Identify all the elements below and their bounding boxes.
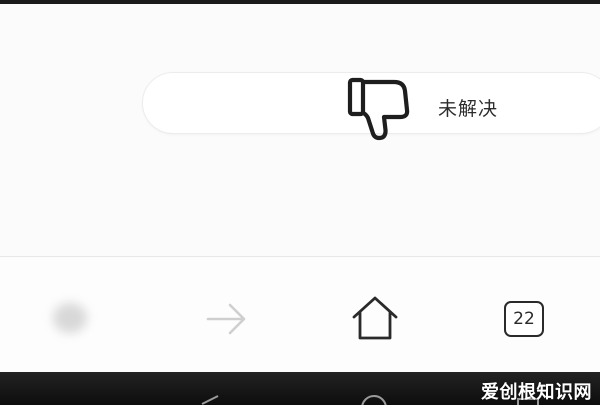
tabs-icon: 22 bbox=[504, 301, 544, 337]
home-icon bbox=[352, 296, 398, 340]
browser-screen: 未解决 22 爱创根知识网 bbox=[0, 0, 600, 405]
top-frame-edge bbox=[0, 0, 600, 4]
forward-button[interactable] bbox=[196, 292, 256, 346]
back-button[interactable] bbox=[40, 290, 100, 346]
tabs-count: 22 bbox=[513, 308, 535, 329]
unresolved-label[interactable]: 未解决 bbox=[438, 94, 498, 121]
thumbs-down-icon[interactable] bbox=[344, 76, 412, 142]
home-button[interactable] bbox=[345, 290, 405, 346]
back-arrow-icon bbox=[53, 303, 87, 333]
triangle-back-icon[interactable] bbox=[198, 394, 226, 405]
forward-arrow-icon bbox=[206, 303, 246, 335]
circle-home-icon[interactable] bbox=[356, 394, 392, 405]
tabs-button[interactable]: 22 bbox=[496, 292, 552, 346]
watermark-text: 爱创根知识网 bbox=[481, 382, 592, 403]
